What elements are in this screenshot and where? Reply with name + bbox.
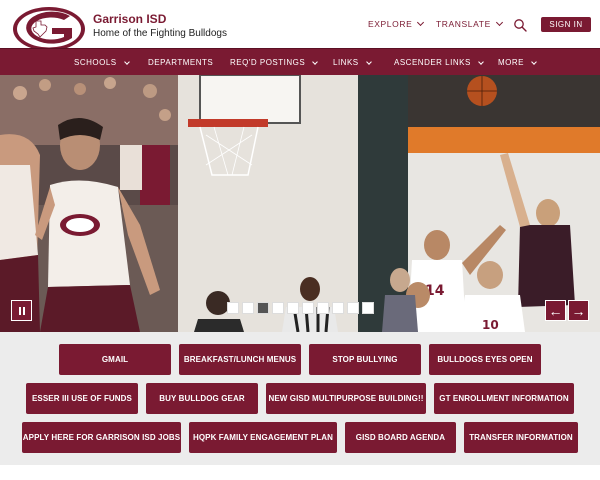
quick-link-transfer-information[interactable]: TRANSFER INFORMATION [464,422,578,453]
nav-item-reqd-postings[interactable]: REQ'D POSTINGS [230,49,319,76]
nav-item-ascender-links[interactable]: ASCENDER LINKS [394,49,484,76]
chevron-down-icon [417,18,425,27]
quick-link-board-agenda[interactable]: GISD BOARD AGENDA [345,422,456,453]
district-name[interactable]: Garrison ISD [93,12,166,26]
nav-item-label: LINKS [333,58,359,67]
main-nav: SCHOOLS DEPARTMENTS REQ'D POSTINGS LINKS… [0,48,600,75]
quick-link-gt-enrollment[interactable]: GT ENROLLMENT INFORMATION [434,383,574,414]
pause-icon [18,306,21,315]
nav-item-label: REQ'D POSTINGS [230,58,306,67]
jersey-number: 10 [482,318,499,332]
sign-in-button[interactable]: SIGN IN [541,17,591,32]
slide-indicator-dot[interactable] [287,302,299,314]
slide-indicator-dot[interactable] [332,302,344,314]
previous-slide-button[interactable]: ← [545,300,566,321]
slide-indicator-dot[interactable] [227,302,239,314]
slide-indicator-dot[interactable] [317,302,329,314]
slide-indicator-dot[interactable] [272,302,284,314]
arrow-right-icon: → [571,302,586,319]
quick-link-hqpk-plan[interactable]: HQPK FAMILY ENGAGEMENT PLAN [189,422,337,453]
quick-link-esser-iii[interactable]: ESSER III USE OF FUNDS [26,383,138,414]
slide-indicator-dot[interactable] [362,302,374,314]
nav-item-departments[interactable]: DEPARTMENTS [148,49,213,76]
chevron-down-icon [531,58,537,65]
nav-item-schools[interactable]: SCHOOLS [74,49,130,76]
arrow-left-icon: ← [548,302,563,319]
slide-indicator-dot[interactable] [257,302,269,314]
pause-button[interactable] [11,300,32,321]
explore-menu[interactable]: EXPLORE [368,18,425,29]
garrison-logo[interactable] [12,6,86,52]
hero-slideshow: 14 10 ← → [0,75,600,332]
slide-indicators [227,302,374,314]
chevron-down-icon [477,58,484,65]
nav-item-links[interactable]: LINKS [333,49,372,76]
chevron-down-icon [123,58,130,65]
translate-label: TRANSLATE [436,19,491,29]
quick-link-apply-jobs[interactable]: APPLY HERE FOR GARRISON ISD JOBS [22,422,181,453]
slide-indicator-dot[interactable] [302,302,314,314]
slide-indicator-dot[interactable] [347,302,359,314]
page-bottom [0,465,600,480]
translate-menu[interactable]: TRANSLATE [436,18,503,29]
quick-link-breakfast-lunch-menus[interactable]: BREAKFAST/LUNCH MENUS [179,344,301,375]
nav-item-more[interactable]: MORE [498,49,537,76]
nav-item-label: ASCENDER LINKS [394,58,471,67]
nav-item-label: SCHOOLS [74,58,117,67]
hero-photo: 14 10 [0,75,600,332]
slide-indicator-dot[interactable] [242,302,254,314]
quick-link-multipurpose-building[interactable]: NEW GISD MULTIPURPOSE BUILDING!! [266,383,426,414]
chevron-down-icon [312,58,319,65]
district-tagline: Home of the Fighting Bulldogs [93,28,227,39]
nav-item-label: MORE [498,58,524,67]
quick-link-buy-bulldog-gear[interactable]: BUY BULLDOG GEAR [146,383,258,414]
quick-link-stop-bullying[interactable]: STOP BULLYING [309,344,421,375]
chevron-down-icon [365,58,372,65]
quick-link-gmail[interactable]: GMAIL [59,344,171,375]
search-icon[interactable] [513,18,527,32]
quick-link-bulldogs-eyes-open[interactable]: BULLDOGS EYES OPEN [429,344,541,375]
explore-label: EXPLORE [368,19,413,29]
site-header: Garrison ISD Home of the Fighting Bulldo… [0,0,600,51]
chevron-down-icon [495,18,503,27]
nav-item-label: DEPARTMENTS [148,58,214,67]
quick-links-panel: GMAIL BREAKFAST/LUNCH MENUS STOP BULLYIN… [0,332,600,465]
next-slide-button[interactable]: → [568,300,589,321]
